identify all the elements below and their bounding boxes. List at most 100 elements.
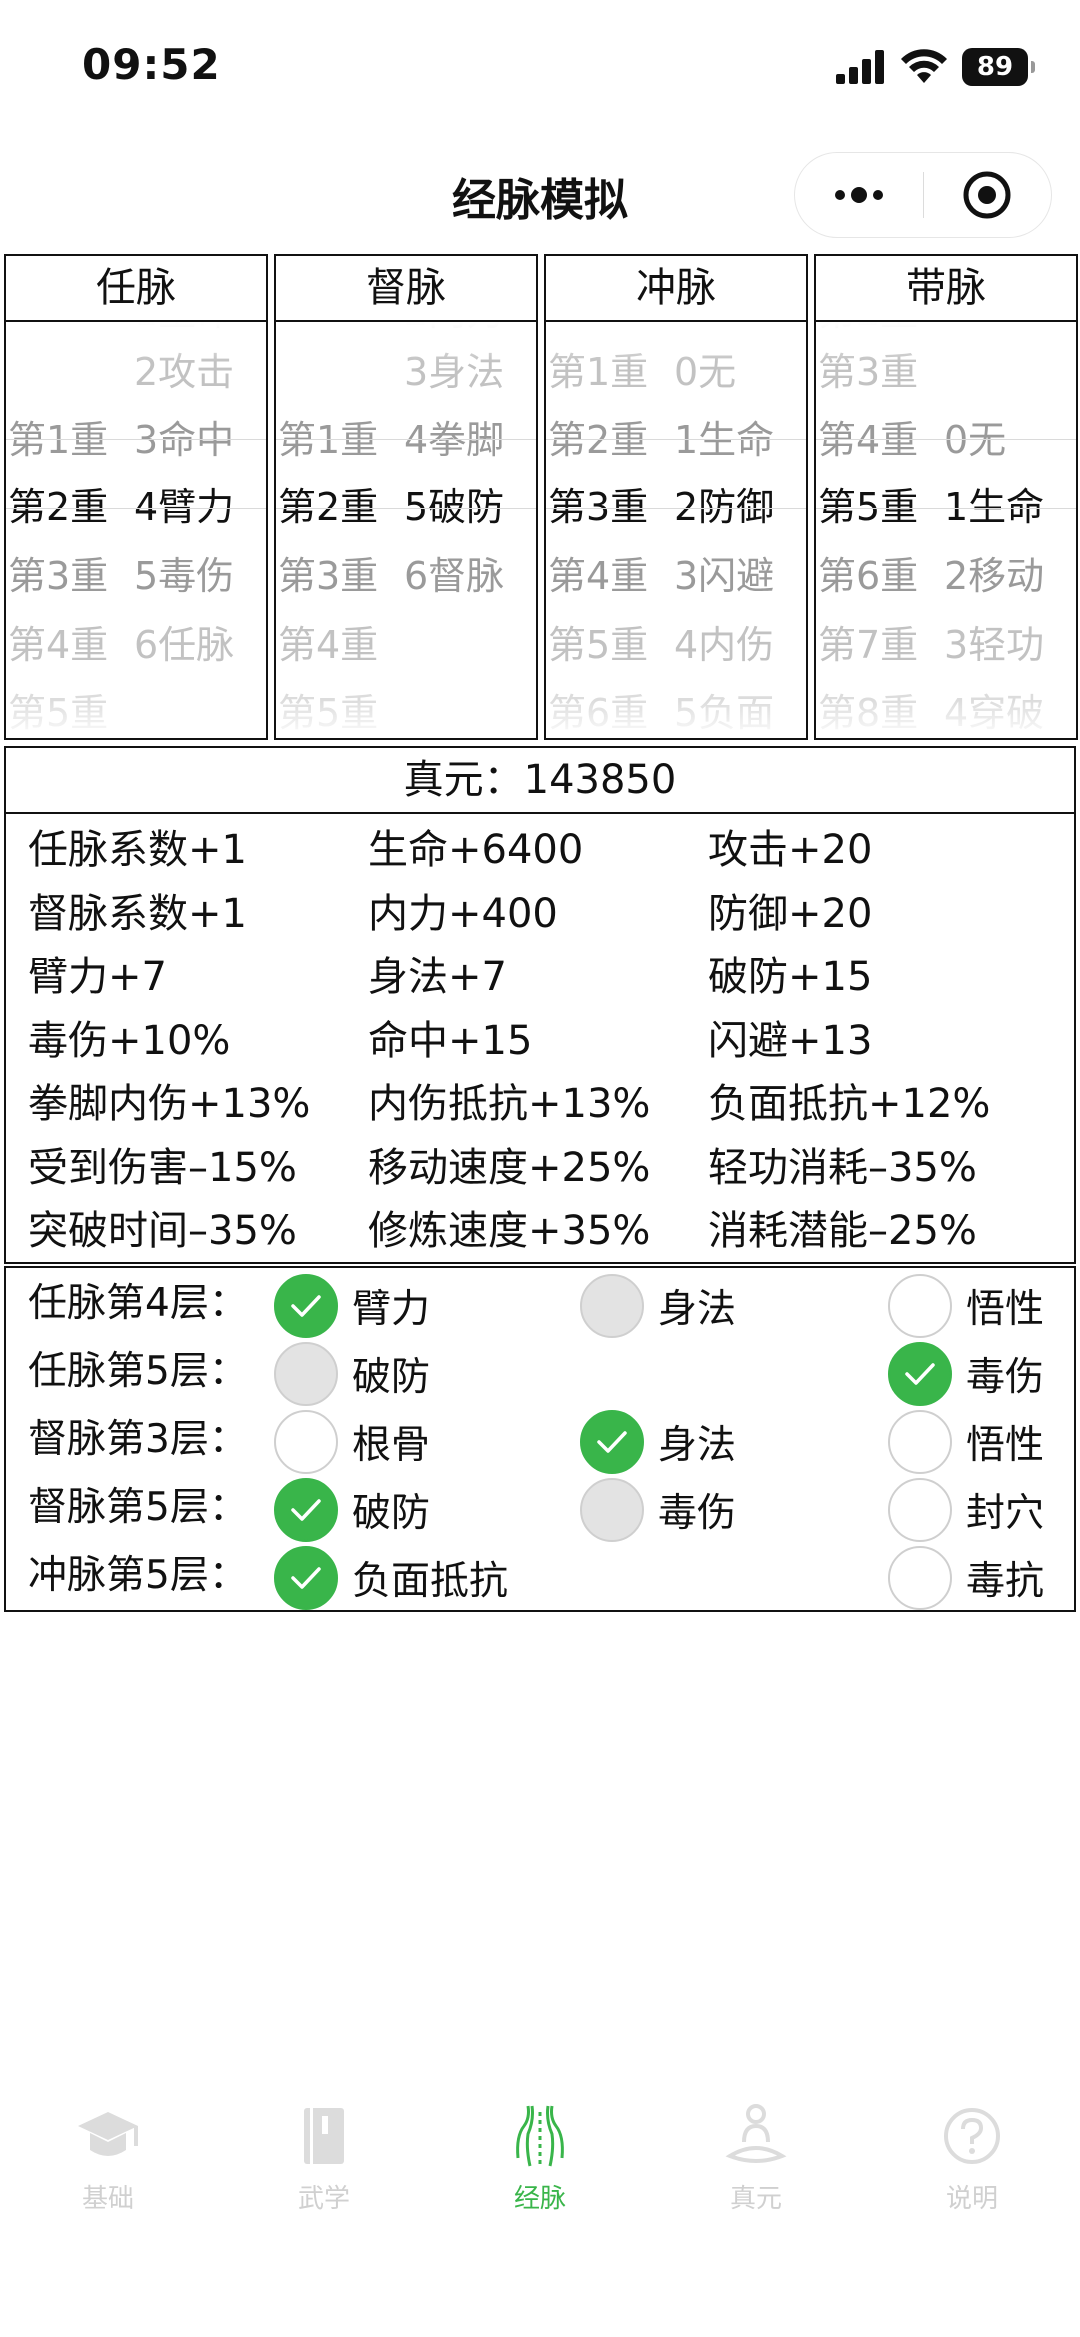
stat-value: 任脉系数+1 xyxy=(28,827,247,873)
picker-row[interactable]: 第3重 5毒伤 xyxy=(6,542,266,611)
stats-panel: 真元：143850 任脉系数+1 生命+6400 攻击+20 督脉系数+1 内力+400… xyxy=(4,746,1076,1264)
stat-value: 移动速度+25% xyxy=(368,1144,651,1191)
option-text: 身法 xyxy=(658,1423,737,1468)
close-button[interactable] xyxy=(924,153,1052,237)
picker-row[interactable]: 第4重 0无 xyxy=(816,406,1076,475)
option-text: 毒伤 xyxy=(966,1355,1045,1400)
circle-icon xyxy=(580,1478,644,1542)
option-checkbox[interactable]: 毒伤 xyxy=(888,1342,1044,1406)
option-row-label: 督脉第3层： xyxy=(28,1417,248,1462)
option-checkbox[interactable]: 根骨 xyxy=(274,1410,430,1474)
picker-option: 2移动 xyxy=(944,554,1045,598)
option-text: 悟性 xyxy=(966,1423,1045,1468)
picker-option: 4拳脚 xyxy=(404,418,505,462)
picker-level: 第7重 xyxy=(818,623,919,667)
wifi-icon xyxy=(901,49,947,83)
stat-value: 督脉系数+1 xyxy=(28,890,247,937)
tab-question-circle[interactable]: 说明 xyxy=(864,2100,1080,2240)
tab-label: 真元 xyxy=(729,2184,782,2214)
picker-row[interactable]: 第1重 3命中 xyxy=(6,406,266,475)
picker-wheel[interactable]: 第2重第3重第4重0无第5重1生命第6重2移动第7重3轻功第8重4穿破 xyxy=(816,322,1076,738)
option-row-label: 任脉第4层： xyxy=(28,1281,248,1326)
status-bar: 09:52 89 xyxy=(0,0,1080,130)
stat-value: 身法+7 xyxy=(368,954,507,1000)
picker-level: 第3重 xyxy=(8,554,109,598)
more-button[interactable] xyxy=(795,153,923,237)
option-checkbox[interactable]: 封穴 xyxy=(888,1478,1044,1542)
tab-graduation-cap[interactable]: 基础 xyxy=(0,2100,216,2240)
option-text: 毒伤 xyxy=(658,1491,737,1536)
picker-level: 第4重 xyxy=(278,623,379,667)
circle-icon xyxy=(888,1410,952,1474)
tab-meditation[interactable]: 真元 xyxy=(648,2100,864,2240)
picker-option: 6任脉 xyxy=(134,623,235,667)
stat-value: 生命+6400 xyxy=(368,827,584,873)
picker-level: 第2重 xyxy=(548,418,649,462)
option-checkbox[interactable]: 悟性 xyxy=(888,1274,1044,1338)
picker-wheel[interactable]: 第1重0无第2重1生命第3重2防御第4重3闪避第5重4内伤第6重5负面 xyxy=(546,322,806,738)
more-dots-icon xyxy=(834,187,883,203)
picker-level: 第5重 xyxy=(548,623,649,667)
option-text: 悟性 xyxy=(966,1287,1045,1332)
tab-book[interactable]: 武学 xyxy=(216,2100,432,2240)
picker-row[interactable]: 第4重 6任脉 xyxy=(6,611,266,680)
option-checkbox[interactable]: 臂力 xyxy=(274,1274,430,1338)
option-row-label: 冲脉第5层： xyxy=(28,1553,248,1598)
check-icon xyxy=(274,1274,338,1338)
option-checkbox[interactable]: 身法 xyxy=(580,1410,736,1474)
picker-title: 带脉 xyxy=(816,256,1076,322)
stat-value: 破防+15 xyxy=(708,954,873,1000)
picker-option: 0无 xyxy=(944,418,1007,462)
picker-row[interactable]: 第6重 2移动 xyxy=(816,542,1076,611)
nav-bar: 经脉模拟 xyxy=(0,140,1080,240)
picker-wheel[interactable]: 1生命2攻击第1重3命中第2重4臂力第3重5毒伤第4重6任脉第5重 xyxy=(6,322,266,738)
option-checkbox[interactable]: 悟性 xyxy=(888,1410,1044,1474)
picker-row[interactable]: 第5重 4内伤 xyxy=(546,611,806,680)
circle-icon xyxy=(888,1478,952,1542)
check-icon xyxy=(274,1546,338,1610)
stat-value: 防御+20 xyxy=(708,890,873,937)
circle-icon xyxy=(888,1546,952,1610)
stat-value: 臂力+7 xyxy=(28,954,167,1000)
tab-meridian-body[interactable]: 经脉 xyxy=(432,2100,648,2240)
picker-row[interactable]: 第3重 6督脉 xyxy=(276,542,536,611)
option-checkbox[interactable]: 负面抵抗 xyxy=(274,1546,508,1610)
picker-option: 6督脉 xyxy=(404,554,505,598)
circle-icon xyxy=(274,1410,338,1474)
tab-label: 武学 xyxy=(297,2184,350,2214)
option-row: 任脉第5层： 破防 毒伤 xyxy=(6,1338,1074,1406)
picker-level: 第1重 xyxy=(8,418,109,462)
picker-row[interactable]: 第4重 xyxy=(276,611,536,680)
picker-row[interactable]: 第7重 3轻功 xyxy=(816,611,1076,680)
stat-value: 拳脚内伤+13% xyxy=(28,1081,311,1127)
check-icon xyxy=(580,1410,644,1474)
picker-column[interactable]: 任脉1生命2攻击第1重3命中第2重4臂力第3重5毒伤第4重6任脉第5重 xyxy=(4,254,268,740)
stat-value: 负面抵抗+12% xyxy=(708,1081,991,1127)
picker-level: 第4重 xyxy=(818,418,919,462)
picker-wheel[interactable]: 2内力3身法第1重4拳脚第2重5破防第3重6督脉第4重第5重 xyxy=(276,322,536,738)
check-icon xyxy=(274,1478,338,1542)
tab-bar: 基础 武学 经脉 真元 说明 xyxy=(0,2100,1080,2240)
option-checkbox[interactable]: 破防 xyxy=(274,1478,430,1542)
picker-row[interactable]: 第1重 4拳脚 xyxy=(276,406,536,475)
tab-label: 经脉 xyxy=(513,2184,566,2214)
option-text: 身法 xyxy=(658,1287,737,1332)
picker-level: 第4重 xyxy=(548,554,649,598)
picker-column[interactable]: 督脉2内力3身法第1重4拳脚第2重5破防第3重6督脉第4重第5重 xyxy=(274,254,538,740)
picker-row[interactable]: 第2重 1生命 xyxy=(546,406,806,475)
picker-column[interactable]: 冲脉第1重0无第2重1生命第3重2防御第4重3闪避第5重4内伤第6重5负面 xyxy=(544,254,808,740)
stat-value: 毒伤+10% xyxy=(28,1017,231,1064)
picker-title: 督脉 xyxy=(276,256,536,322)
option-checkbox[interactable]: 毒抗 xyxy=(888,1546,1044,1610)
option-checkbox: 身法 xyxy=(580,1274,736,1338)
picker-row[interactable]: 第4重 3闪避 xyxy=(546,542,806,611)
graduation-cap-icon xyxy=(72,2100,144,2172)
stat-value: 受到伤害–15% xyxy=(28,1144,297,1191)
picker-column[interactable]: 带脉第2重第3重第4重0无第5重1生命第6重2移动第7重3轻功第8重4穿破 xyxy=(814,254,1078,740)
tab-label: 基础 xyxy=(81,2184,134,2214)
stat-value: 命中+15 xyxy=(368,1017,533,1064)
stat-value: 突破时间–35% xyxy=(28,1208,297,1254)
stat-value: 内力+400 xyxy=(368,890,558,937)
picker-level: 第1重 xyxy=(278,418,379,462)
picker-level: 第3重 xyxy=(278,554,379,598)
